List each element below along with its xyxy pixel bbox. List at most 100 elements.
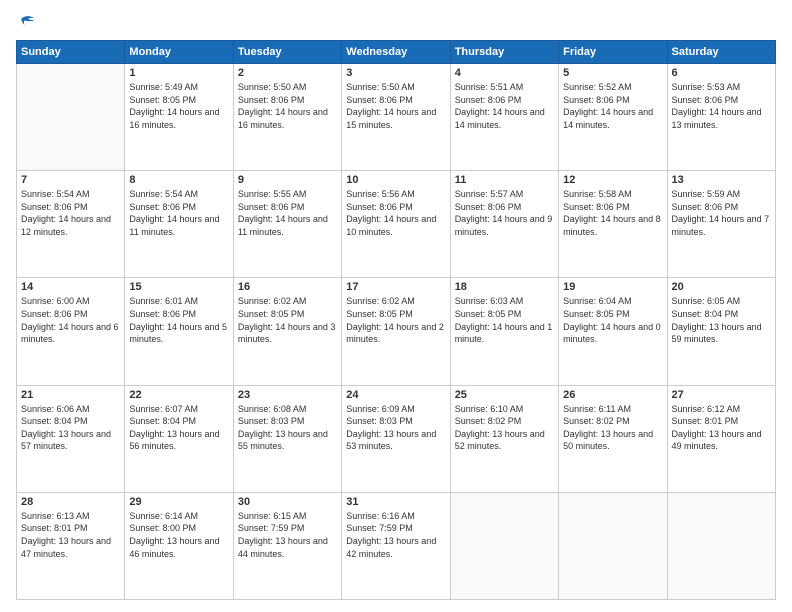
- week-row-3: 14 Sunrise: 6:00 AM Sunset: 8:06 PM Dayl…: [17, 278, 776, 385]
- day-number: 28: [21, 496, 120, 508]
- cell-details: Sunrise: 6:03 AM Sunset: 8:05 PM Dayligh…: [455, 295, 554, 345]
- calendar-cell: 4 Sunrise: 5:51 AM Sunset: 8:06 PM Dayli…: [450, 64, 558, 171]
- cell-details: Sunrise: 5:57 AM Sunset: 8:06 PM Dayligh…: [455, 188, 554, 238]
- day-number: 22: [129, 389, 228, 401]
- cell-details: Sunrise: 6:15 AM Sunset: 7:59 PM Dayligh…: [238, 510, 337, 560]
- day-number: 9: [238, 174, 337, 186]
- cell-details: Sunrise: 6:09 AM Sunset: 8:03 PM Dayligh…: [346, 403, 445, 453]
- cell-details: Sunrise: 5:50 AM Sunset: 8:06 PM Dayligh…: [346, 81, 445, 131]
- weekday-header-saturday: Saturday: [667, 41, 775, 64]
- calendar-cell: 9 Sunrise: 5:55 AM Sunset: 8:06 PM Dayli…: [233, 171, 341, 278]
- week-row-2: 7 Sunrise: 5:54 AM Sunset: 8:06 PM Dayli…: [17, 171, 776, 278]
- weekday-header-thursday: Thursday: [450, 41, 558, 64]
- weekday-header-row: SundayMondayTuesdayWednesdayThursdayFrid…: [17, 41, 776, 64]
- day-number: 19: [563, 281, 662, 293]
- calendar-cell: 13 Sunrise: 5:59 AM Sunset: 8:06 PM Dayl…: [667, 171, 775, 278]
- day-number: 24: [346, 389, 445, 401]
- calendar-cell: 24 Sunrise: 6:09 AM Sunset: 8:03 PM Dayl…: [342, 385, 450, 492]
- day-number: 5: [563, 67, 662, 79]
- cell-details: Sunrise: 5:49 AM Sunset: 8:05 PM Dayligh…: [129, 81, 228, 131]
- day-number: 27: [672, 389, 771, 401]
- day-number: 6: [672, 67, 771, 79]
- logo-bird-icon: [18, 12, 38, 32]
- cell-details: Sunrise: 6:05 AM Sunset: 8:04 PM Dayligh…: [672, 295, 771, 345]
- cell-details: Sunrise: 5:54 AM Sunset: 8:06 PM Dayligh…: [21, 188, 120, 238]
- calendar-cell: [17, 64, 125, 171]
- calendar-cell: 31 Sunrise: 6:16 AM Sunset: 7:59 PM Dayl…: [342, 492, 450, 599]
- weekday-header-wednesday: Wednesday: [342, 41, 450, 64]
- calendar-cell: 6 Sunrise: 5:53 AM Sunset: 8:06 PM Dayli…: [667, 64, 775, 171]
- cell-details: Sunrise: 6:10 AM Sunset: 8:02 PM Dayligh…: [455, 403, 554, 453]
- weekday-header-tuesday: Tuesday: [233, 41, 341, 64]
- calendar-cell: [450, 492, 558, 599]
- calendar-cell: 27 Sunrise: 6:12 AM Sunset: 8:01 PM Dayl…: [667, 385, 775, 492]
- calendar-cell: 3 Sunrise: 5:50 AM Sunset: 8:06 PM Dayli…: [342, 64, 450, 171]
- calendar-cell: 23 Sunrise: 6:08 AM Sunset: 8:03 PM Dayl…: [233, 385, 341, 492]
- cell-details: Sunrise: 5:59 AM Sunset: 8:06 PM Dayligh…: [672, 188, 771, 238]
- logo: [16, 12, 38, 32]
- week-row-5: 28 Sunrise: 6:13 AM Sunset: 8:01 PM Dayl…: [17, 492, 776, 599]
- calendar-cell: 30 Sunrise: 6:15 AM Sunset: 7:59 PM Dayl…: [233, 492, 341, 599]
- day-number: 14: [21, 281, 120, 293]
- calendar-cell: 22 Sunrise: 6:07 AM Sunset: 8:04 PM Dayl…: [125, 385, 233, 492]
- day-number: 10: [346, 174, 445, 186]
- week-row-4: 21 Sunrise: 6:06 AM Sunset: 8:04 PM Dayl…: [17, 385, 776, 492]
- day-number: 17: [346, 281, 445, 293]
- day-number: 21: [21, 389, 120, 401]
- cell-details: Sunrise: 6:06 AM Sunset: 8:04 PM Dayligh…: [21, 403, 120, 453]
- cell-details: Sunrise: 6:12 AM Sunset: 8:01 PM Dayligh…: [672, 403, 771, 453]
- day-number: 7: [21, 174, 120, 186]
- week-row-1: 1 Sunrise: 5:49 AM Sunset: 8:05 PM Dayli…: [17, 64, 776, 171]
- calendar-cell: 11 Sunrise: 5:57 AM Sunset: 8:06 PM Dayl…: [450, 171, 558, 278]
- calendar-table: SundayMondayTuesdayWednesdayThursdayFrid…: [16, 40, 776, 600]
- cell-details: Sunrise: 5:54 AM Sunset: 8:06 PM Dayligh…: [129, 188, 228, 238]
- day-number: 3: [346, 67, 445, 79]
- cell-details: Sunrise: 6:11 AM Sunset: 8:02 PM Dayligh…: [563, 403, 662, 453]
- cell-details: Sunrise: 6:08 AM Sunset: 8:03 PM Dayligh…: [238, 403, 337, 453]
- cell-details: Sunrise: 5:58 AM Sunset: 8:06 PM Dayligh…: [563, 188, 662, 238]
- calendar-cell: 19 Sunrise: 6:04 AM Sunset: 8:05 PM Dayl…: [559, 278, 667, 385]
- day-number: 18: [455, 281, 554, 293]
- calendar-cell: 18 Sunrise: 6:03 AM Sunset: 8:05 PM Dayl…: [450, 278, 558, 385]
- calendar-cell: 12 Sunrise: 5:58 AM Sunset: 8:06 PM Dayl…: [559, 171, 667, 278]
- cell-details: Sunrise: 6:07 AM Sunset: 8:04 PM Dayligh…: [129, 403, 228, 453]
- cell-details: Sunrise: 5:50 AM Sunset: 8:06 PM Dayligh…: [238, 81, 337, 131]
- day-number: 16: [238, 281, 337, 293]
- calendar-cell: 28 Sunrise: 6:13 AM Sunset: 8:01 PM Dayl…: [17, 492, 125, 599]
- cell-details: Sunrise: 6:16 AM Sunset: 7:59 PM Dayligh…: [346, 510, 445, 560]
- cell-details: Sunrise: 6:14 AM Sunset: 8:00 PM Dayligh…: [129, 510, 228, 560]
- calendar-cell: 10 Sunrise: 5:56 AM Sunset: 8:06 PM Dayl…: [342, 171, 450, 278]
- day-number: 2: [238, 67, 337, 79]
- calendar-cell: 15 Sunrise: 6:01 AM Sunset: 8:06 PM Dayl…: [125, 278, 233, 385]
- cell-details: Sunrise: 6:02 AM Sunset: 8:05 PM Dayligh…: [238, 295, 337, 345]
- calendar-cell: 7 Sunrise: 5:54 AM Sunset: 8:06 PM Dayli…: [17, 171, 125, 278]
- day-number: 31: [346, 496, 445, 508]
- weekday-header-friday: Friday: [559, 41, 667, 64]
- cell-details: Sunrise: 5:52 AM Sunset: 8:06 PM Dayligh…: [563, 81, 662, 131]
- day-number: 13: [672, 174, 771, 186]
- cell-details: Sunrise: 5:55 AM Sunset: 8:06 PM Dayligh…: [238, 188, 337, 238]
- calendar-cell: 25 Sunrise: 6:10 AM Sunset: 8:02 PM Dayl…: [450, 385, 558, 492]
- page: SundayMondayTuesdayWednesdayThursdayFrid…: [0, 0, 792, 612]
- calendar-cell: 17 Sunrise: 6:02 AM Sunset: 8:05 PM Dayl…: [342, 278, 450, 385]
- calendar-cell: [559, 492, 667, 599]
- calendar-cell: 1 Sunrise: 5:49 AM Sunset: 8:05 PM Dayli…: [125, 64, 233, 171]
- cell-details: Sunrise: 5:56 AM Sunset: 8:06 PM Dayligh…: [346, 188, 445, 238]
- calendar-cell: 26 Sunrise: 6:11 AM Sunset: 8:02 PM Dayl…: [559, 385, 667, 492]
- day-number: 30: [238, 496, 337, 508]
- day-number: 11: [455, 174, 554, 186]
- calendar-cell: 21 Sunrise: 6:06 AM Sunset: 8:04 PM Dayl…: [17, 385, 125, 492]
- day-number: 20: [672, 281, 771, 293]
- calendar-cell: 2 Sunrise: 5:50 AM Sunset: 8:06 PM Dayli…: [233, 64, 341, 171]
- cell-details: Sunrise: 5:51 AM Sunset: 8:06 PM Dayligh…: [455, 81, 554, 131]
- weekday-header-monday: Monday: [125, 41, 233, 64]
- calendar-cell: 5 Sunrise: 5:52 AM Sunset: 8:06 PM Dayli…: [559, 64, 667, 171]
- header: [16, 12, 776, 32]
- cell-details: Sunrise: 5:53 AM Sunset: 8:06 PM Dayligh…: [672, 81, 771, 131]
- day-number: 15: [129, 281, 228, 293]
- cell-details: Sunrise: 6:04 AM Sunset: 8:05 PM Dayligh…: [563, 295, 662, 345]
- cell-details: Sunrise: 6:02 AM Sunset: 8:05 PM Dayligh…: [346, 295, 445, 345]
- calendar-cell: 29 Sunrise: 6:14 AM Sunset: 8:00 PM Dayl…: [125, 492, 233, 599]
- weekday-header-sunday: Sunday: [17, 41, 125, 64]
- day-number: 25: [455, 389, 554, 401]
